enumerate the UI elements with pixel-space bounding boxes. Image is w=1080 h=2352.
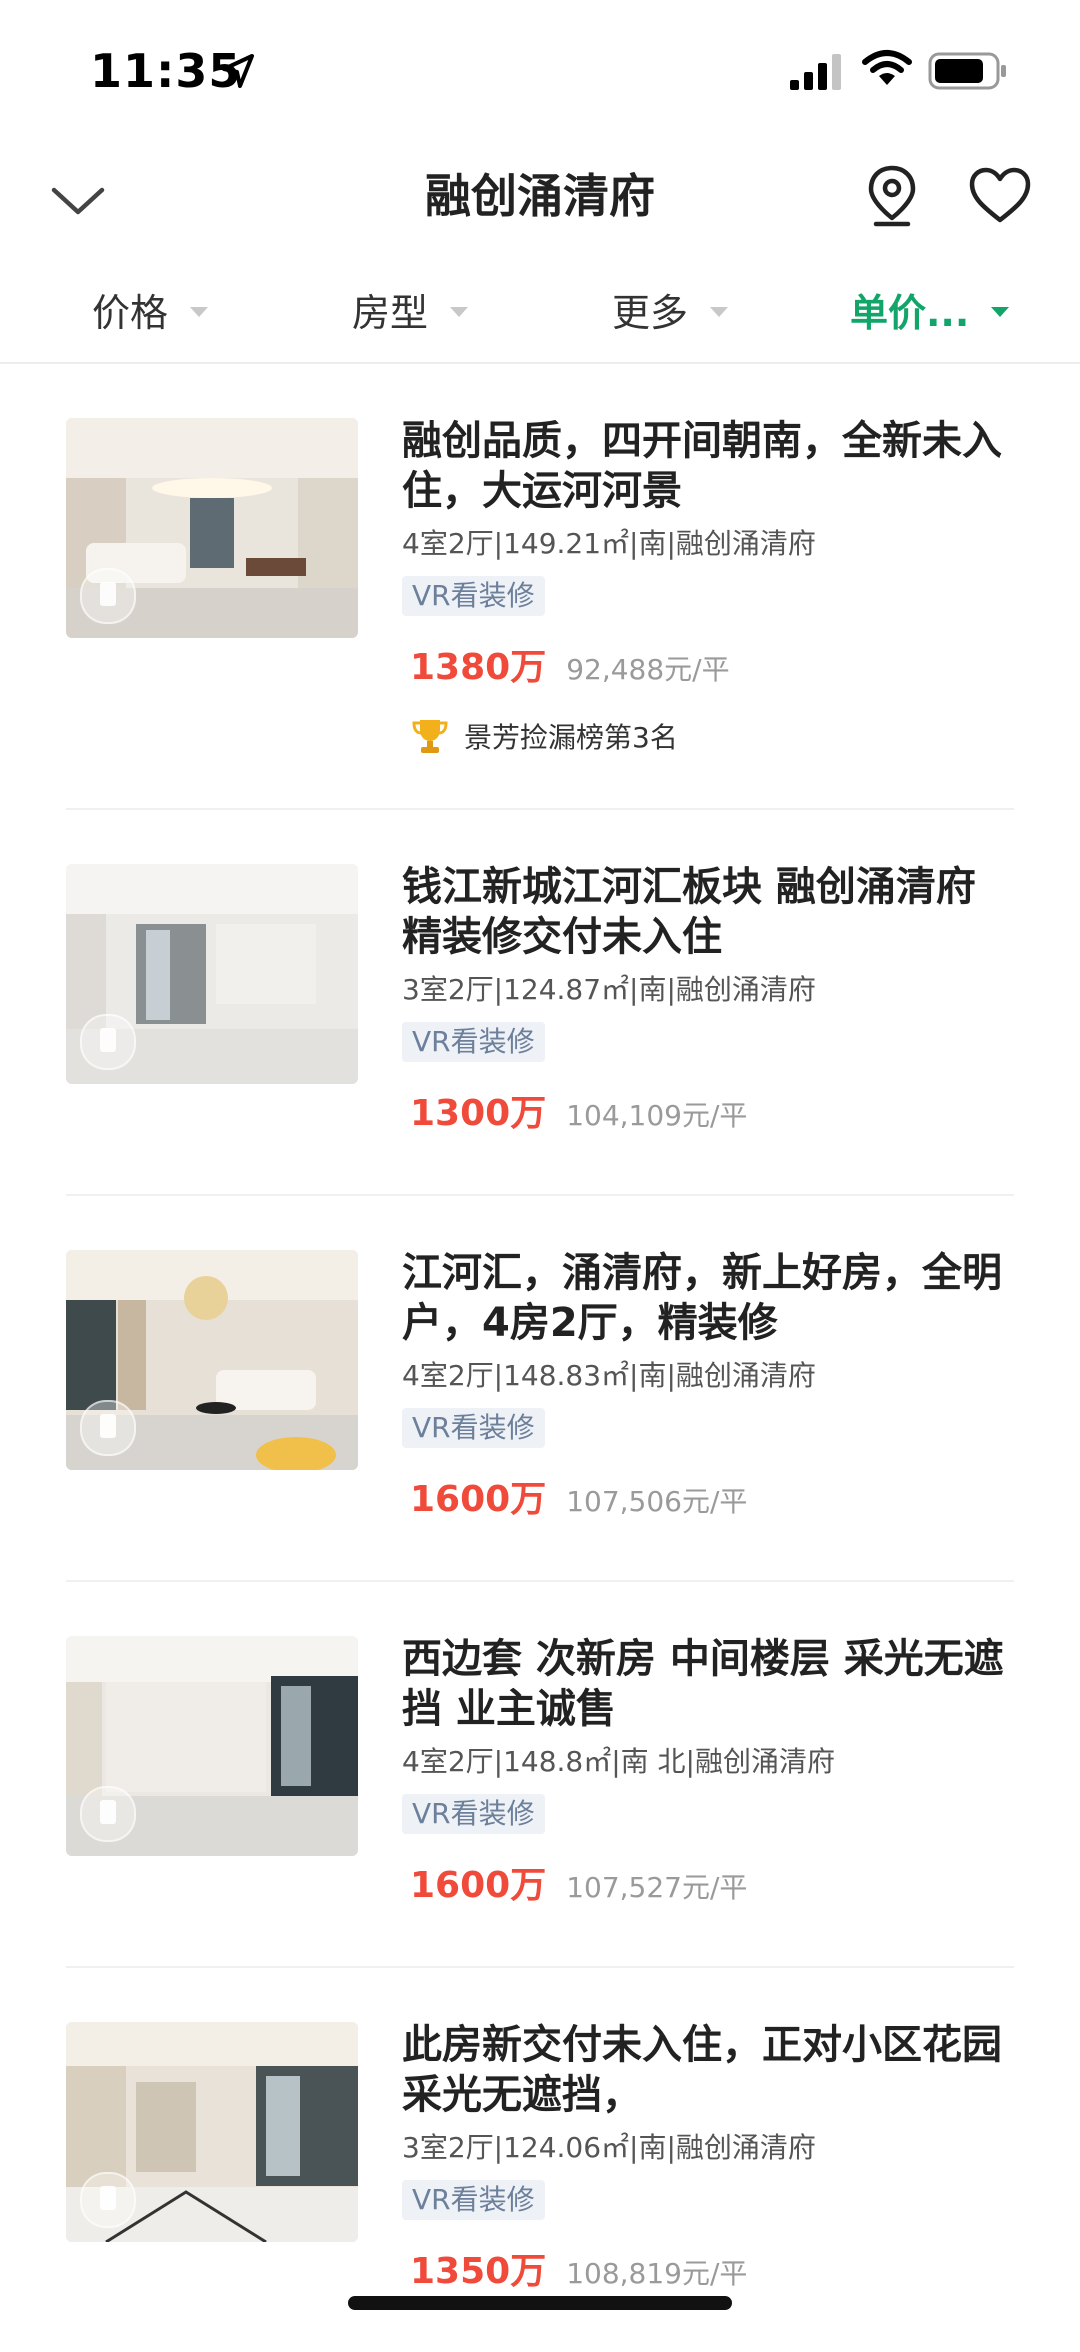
wifi-icon [862, 50, 912, 85]
battery-icon [928, 52, 1006, 90]
price-row: 1300万 104,109元/平 [402, 1084, 1014, 1136]
listing-info: 此房新交付未入住，正对小区花园采光无遮挡， 3室2厅|124.06㎡|南|融创涌… [402, 2020, 1014, 2294]
vr-tag: VR看装修 [402, 576, 545, 616]
filter-unit-price-label: 单价... [850, 291, 970, 335]
listing-photo[interactable] [66, 1250, 358, 1470]
vr-play-icon [80, 1786, 136, 1842]
total-price: 1380万 [410, 647, 547, 688]
filter-layout[interactable]: 房型 [352, 282, 469, 337]
filter-unit-price[interactable]: 单价... [850, 282, 1010, 337]
caret-down-icon [450, 306, 469, 317]
listing-specs: 3室2厅|124.87㎡|南|融创涌清府 [402, 973, 816, 1006]
vr-play-icon [80, 1400, 136, 1456]
filter-layout-label: 房型 [352, 291, 429, 335]
trophy-icon [412, 720, 448, 753]
filter-bar: 价格 房型 更多 单价... [0, 262, 1080, 364]
vr-play-icon [80, 2172, 136, 2228]
listing-item[interactable]: 此房新交付未入住，正对小区花园采光无遮挡， 3室2厅|124.06㎡|南|融创涌… [66, 1968, 1014, 2352]
location-pin-icon[interactable] [862, 162, 922, 230]
listing-info: 西边套 次新房 中间楼层 采光无遮挡 业主诚售 4室2厅|148.8㎡|南 北|… [402, 1634, 1014, 1908]
rank-label: 景芳捡漏榜第3名 [464, 721, 678, 754]
price-row: 1600万 107,527元/平 [402, 1856, 1014, 1908]
caret-down-icon [190, 306, 209, 317]
listing-item[interactable]: 西边套 次新房 中间楼层 采光无遮挡 业主诚售 4室2厅|148.8㎡|南 北|… [66, 1582, 1014, 1968]
caret-down-icon [991, 306, 1010, 317]
listing-info: 融创品质，四开间朝南，全新未入住，大运河河景 4室2厅|149.21㎡|南|融创… [402, 416, 1014, 756]
listing-info: 江河汇，涌清府，新上好房，全明户，4房2厅，精装修 4室2厅|148.83㎡|南… [402, 1248, 1014, 1522]
total-price: 1600万 [410, 1865, 547, 1906]
listing-specs: 4室2厅|149.21㎡|南|融创涌清府 [402, 527, 816, 560]
listing-item[interactable]: 钱江新城江河汇板块 融创涌清府 精装修交付未入住 3室2厅|124.87㎡|南|… [66, 810, 1014, 1196]
price-row: 1600万 107,506元/平 [402, 1470, 1014, 1522]
total-price: 1600万 [410, 1479, 547, 1520]
listing-photo[interactable] [66, 864, 358, 1084]
price-row: 1350万 108,819元/平 [402, 2242, 1014, 2294]
filter-more[interactable]: 更多 [612, 282, 729, 337]
listing-title: 钱江新城江河汇板块 融创涌清府 精装修交付未入住 [402, 864, 976, 960]
unit-price: 107,506元/平 [566, 1485, 748, 1518]
vr-play-icon [80, 1014, 136, 1070]
cellular-signal-icon [790, 54, 841, 90]
home-indicator[interactable] [348, 2296, 732, 2310]
vr-tag: VR看装修 [402, 2180, 545, 2220]
listing-photo[interactable] [66, 1636, 358, 1856]
filter-more-label: 更多 [612, 291, 689, 335]
vr-tag: VR看装修 [402, 1794, 545, 1834]
listing-list: 融创品质，四开间朝南，全新未入住，大运河河景 4室2厅|149.21㎡|南|融创… [0, 364, 1080, 2352]
unit-price: 92,488元/平 [566, 653, 730, 686]
caret-down-icon [710, 306, 729, 317]
listing-title: 融创品质，四开间朝南，全新未入住，大运河河景 [402, 418, 1002, 514]
listing-title: 江河汇，涌清府，新上好房，全明户，4房2厅，精装修 [402, 1250, 1002, 1346]
listing-photo[interactable] [66, 418, 358, 638]
listing-title: 此房新交付未入住，正对小区花园采光无遮挡， [402, 2022, 1002, 2118]
total-price: 1350万 [410, 2251, 547, 2292]
heart-icon[interactable] [968, 166, 1032, 226]
listing-title: 西边套 次新房 中间楼层 采光无遮挡 业主诚售 [402, 1636, 1004, 1732]
price-row: 1380万 92,488元/平 [402, 638, 1014, 690]
filter-price[interactable]: 价格 [92, 282, 209, 337]
status-bar: 11:35 [0, 0, 1080, 140]
listing-info: 钱江新城江河汇板块 融创涌清府 精装修交付未入住 3室2厅|124.87㎡|南|… [402, 862, 1014, 1136]
nav-bar: 融创涌清府 [0, 140, 1080, 260]
vr-play-icon [80, 568, 136, 624]
listing-specs: 3室2厅|124.06㎡|南|融创涌清府 [402, 2131, 816, 2164]
unit-price: 104,109元/平 [566, 1099, 748, 1132]
listing-item[interactable]: 江河汇，涌清府，新上好房，全明户，4房2厅，精装修 4室2厅|148.83㎡|南… [66, 1196, 1014, 1582]
listing-specs: 4室2厅|148.8㎡|南 北|融创涌清府 [402, 1745, 835, 1778]
vr-tag: VR看装修 [402, 1408, 545, 1448]
listing-item[interactable]: 融创品质，四开间朝南，全新未入住，大运河河景 4室2厅|149.21㎡|南|融创… [66, 364, 1014, 810]
filter-price-label: 价格 [92, 291, 169, 335]
listing-specs: 4室2厅|148.83㎡|南|融创涌清府 [402, 1359, 816, 1392]
location-arrow-icon [222, 54, 254, 88]
total-price: 1300万 [410, 1093, 547, 1134]
unit-price: 108,819元/平 [566, 2257, 748, 2290]
rank-badge[interactable]: 景芳捡漏榜第3名 [402, 716, 1014, 756]
listing-photo[interactable] [66, 2022, 358, 2242]
unit-price: 107,527元/平 [566, 1871, 748, 1904]
vr-tag: VR看装修 [402, 1022, 545, 1062]
